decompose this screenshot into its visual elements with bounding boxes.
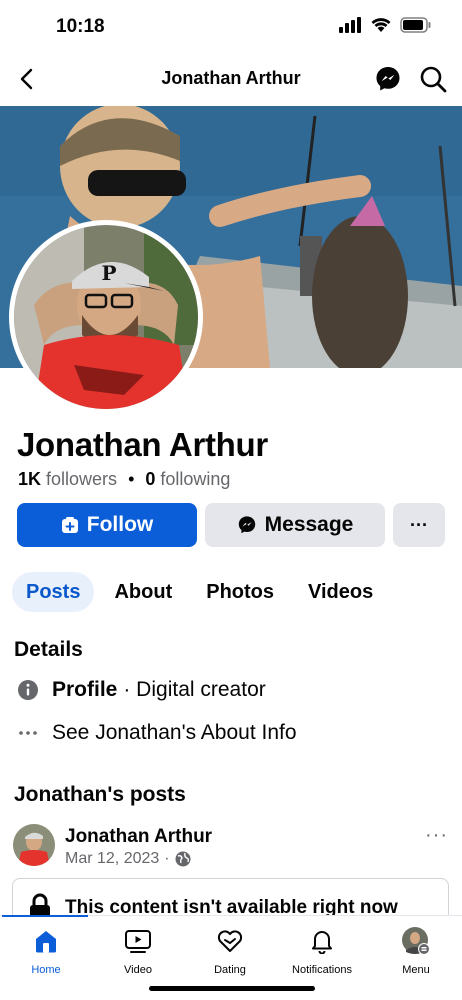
tab-posts[interactable]: Posts	[12, 572, 95, 612]
globe-icon	[175, 851, 191, 867]
more-horizontal-icon	[16, 722, 40, 744]
home-icon	[36, 931, 56, 953]
following-label: following	[160, 469, 231, 489]
following-link[interactable]: 0 following	[145, 469, 230, 490]
search-button[interactable]	[418, 64, 448, 94]
status-bar: 10:18	[0, 0, 462, 52]
profile-avatar-image: P	[14, 225, 198, 409]
followers-label: followers	[46, 469, 118, 489]
message-button[interactable]: Message	[205, 503, 385, 547]
video-icon	[125, 930, 151, 953]
nav-dating[interactable]: Dating	[184, 926, 276, 976]
post-author-avatar[interactable]	[13, 824, 55, 866]
info-icon	[16, 679, 40, 701]
followers-link[interactable]: 1K followers	[18, 469, 117, 490]
tab-photos[interactable]: Photos	[192, 572, 288, 612]
messenger-icon	[376, 67, 400, 91]
nav-notifications[interactable]: Notifications	[276, 926, 368, 976]
more-options-button[interactable]: ···	[393, 503, 445, 547]
stats-separator: •	[128, 469, 135, 489]
messenger-small-icon	[237, 515, 257, 535]
messenger-button[interactable]	[374, 65, 402, 93]
about-info-label: See Jonathan's About Info	[52, 721, 297, 744]
tab-about[interactable]: About	[100, 572, 186, 612]
profile-header: Jonathan Arthur	[0, 52, 462, 106]
profile-name: Jonathan Arthur	[17, 426, 268, 463]
wifi-icon	[371, 18, 391, 32]
details-title: Details	[14, 638, 83, 661]
nav-home-label: Home	[31, 964, 61, 976]
following-count: 0	[145, 469, 156, 489]
menu-avatar-icon	[402, 927, 430, 955]
battery-icon	[400, 17, 431, 33]
profile-avatar: P	[14, 225, 198, 409]
home-indicator	[149, 986, 315, 991]
detail-profile-label: Profile	[52, 678, 118, 701]
active-tab-indicator	[2, 915, 88, 917]
search-icon	[420, 66, 447, 93]
post-author-name[interactable]: Jonathan Arthur	[65, 826, 212, 848]
nav-dating-label: Dating	[214, 964, 246, 976]
bell-icon	[312, 931, 332, 954]
detail-profile-row: Profile · Digital creator	[16, 678, 266, 702]
nav-menu[interactable]: Menu	[370, 926, 462, 976]
about-info-link[interactable]: See Jonathan's About Info	[16, 721, 297, 745]
nav-notifications-label: Notifications	[292, 964, 352, 976]
nav-video-label: Video	[124, 964, 152, 976]
post-avatar-image	[13, 824, 55, 866]
post-meta-separator: ·	[164, 850, 170, 867]
svg-text:P: P	[101, 261, 116, 285]
status-time: 10:18	[56, 16, 105, 37]
profile-avatar-ring[interactable]: P	[9, 220, 203, 414]
post-meta: Mar 12, 2023 ·	[65, 850, 191, 868]
more-dots-icon: ···	[410, 514, 428, 535]
nav-video[interactable]: Video	[92, 926, 184, 976]
nav-home[interactable]: Home	[0, 926, 92, 976]
message-label: Message	[264, 513, 354, 536]
follow-button[interactable]: Follow	[17, 503, 197, 547]
nav-menu-label: Menu	[402, 964, 430, 976]
profile-tabs: Posts About Photos Videos	[12, 572, 387, 612]
follow-label: Follow	[86, 513, 154, 536]
status-icons	[338, 17, 432, 33]
posts-title: Jonathan's posts	[14, 783, 186, 806]
follow-plus-icon	[61, 516, 79, 534]
followers-count: 1K	[18, 469, 42, 489]
signal-icon	[339, 17, 361, 33]
detail-profile-value: · Digital creator	[123, 678, 266, 701]
post-date[interactable]: Mar 12, 2023	[65, 850, 159, 868]
tab-videos[interactable]: Videos	[294, 572, 387, 612]
dating-icon	[217, 930, 243, 952]
post-more-button[interactable]: ···	[425, 824, 448, 847]
follow-stats: 1K followers • 0 following	[18, 469, 230, 490]
